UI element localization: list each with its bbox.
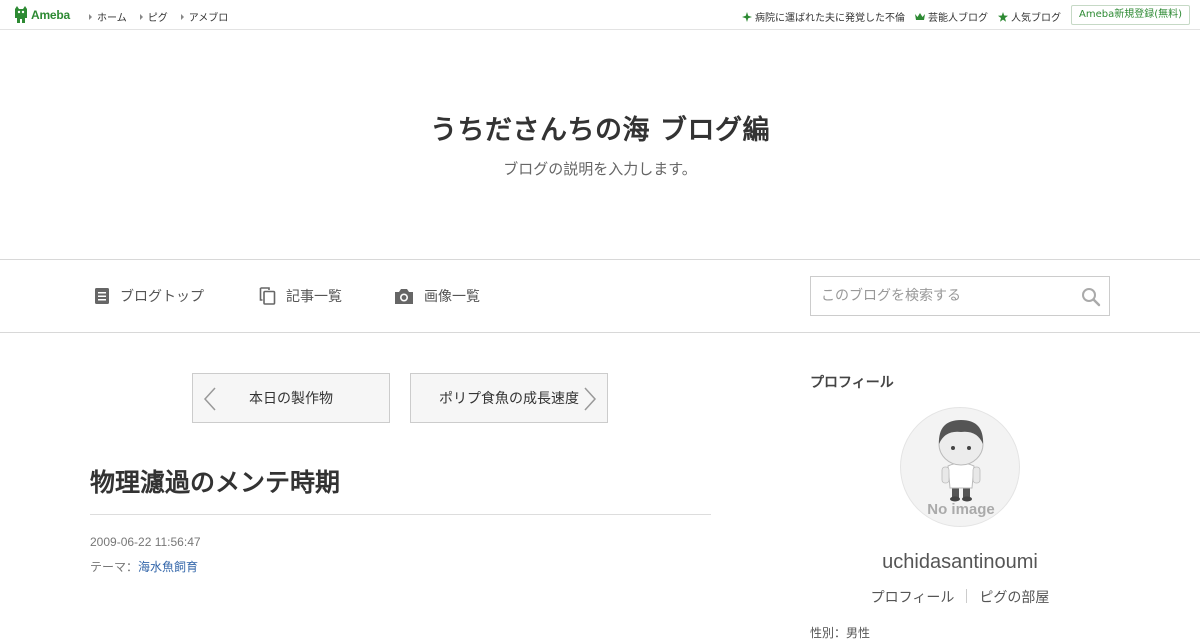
next-entry-label: ポリプ食魚の成長速度 [439,391,579,407]
nav-label: 記事一覧 [286,289,342,305]
avatar[interactable]: No image [900,407,1020,527]
top-nav-home[interactable]: ホーム [89,9,127,24]
nav-blog-top[interactable]: ブログトップ [94,286,204,306]
chevron-left-icon [203,387,216,411]
top-nav-label: ピグ [147,13,168,24]
document-icon [95,288,109,304]
top-bar: Ameba ホーム ピグ アメブロ 病院に運ばれた夫に発覚した不倫 芸能人ブログ [0,0,1200,30]
profile-links: プロフィール ピグの部屋 [810,587,1110,607]
ameba-logo[interactable]: Ameba [14,6,70,23]
entry-theme: テーマ：海水魚飼育 [90,558,198,575]
top-link-popular[interactable]: 人気ブログ [998,9,1061,24]
search-icon[interactable] [1081,287,1101,307]
nav-label: 画像一覧 [424,289,480,305]
signup-button[interactable]: Ameba新規登録(無料) [1070,5,1190,25]
top-nav: ホーム ピグ アメブロ [89,9,228,24]
default-avatar-icon: No image [927,420,995,518]
top-link-label: 芸能人ブログ [928,13,988,24]
crown-icon [915,12,925,20]
top-nav-label: アメブロ [188,13,229,24]
search-input[interactable] [811,277,1071,315]
top-link-celebrity[interactable]: 芸能人ブログ [915,9,988,24]
top-link-label: 人気ブログ [1011,13,1061,24]
next-entry-button[interactable]: ポリプ食魚の成長速度 [410,373,608,423]
top-nav-ameblo[interactable]: アメブロ [180,9,229,24]
nav-label: ブログトップ [120,289,204,305]
profile-detail: 性別：男性 [810,626,871,640]
caret-right-icon [139,13,143,20]
divider [90,514,711,515]
top-nav-label: ホーム [97,13,127,24]
pigg-room-link[interactable]: ピグの部屋 [979,587,1049,607]
copy-icon [259,287,276,305]
logo-text: Ameba [31,7,71,22]
sparkle-icon [742,11,752,22]
profile-link[interactable]: プロフィール [871,587,955,607]
theme-link[interactable]: 海水魚飼育 [138,560,198,574]
caret-right-icon [89,13,92,20]
blog-description: ブログの説明を入力します。 [503,160,697,178]
blog-search [810,276,1110,316]
divider [966,589,968,603]
top-nav-pigg[interactable]: ピグ [139,9,168,24]
avatar-caption: No image [927,501,995,518]
blog-title[interactable]: うちださんちの海 ブログ編 [0,108,1200,147]
chevron-right-icon [584,387,597,411]
camera-icon [395,288,413,304]
nav-image-list[interactable]: 画像一覧 [394,286,480,306]
blog-nav: ブログトップ 記事一覧 画像一覧 [0,259,1200,333]
prev-entry-label: 本日の製作物 [249,391,333,407]
top-link-label: 病院に運ばれた夫に発覚した不倫 [755,13,905,24]
entry-title[interactable]: 物理濾過のメンテ時期 [90,463,340,499]
ameba-mascot-icon [15,6,27,23]
profile-heading: プロフィール [810,375,894,391]
profile-name[interactable]: uchidasantinoumi [810,551,1110,574]
caret-right-icon [180,13,184,20]
top-links: 病院に運ばれた夫に発覚した不倫 芸能人ブログ 人気ブログ [742,9,1061,24]
entry-date: 2009-06-22 11:56:47 [90,535,201,549]
nav-entry-list[interactable]: 記事一覧 [259,286,342,306]
prev-entry-button[interactable]: 本日の製作物 [192,373,390,423]
top-link-featured[interactable]: 病院に運ばれた夫に発覚した不倫 [742,9,905,24]
star-icon [998,11,1008,22]
theme-prefix: テーマ： [90,560,139,574]
